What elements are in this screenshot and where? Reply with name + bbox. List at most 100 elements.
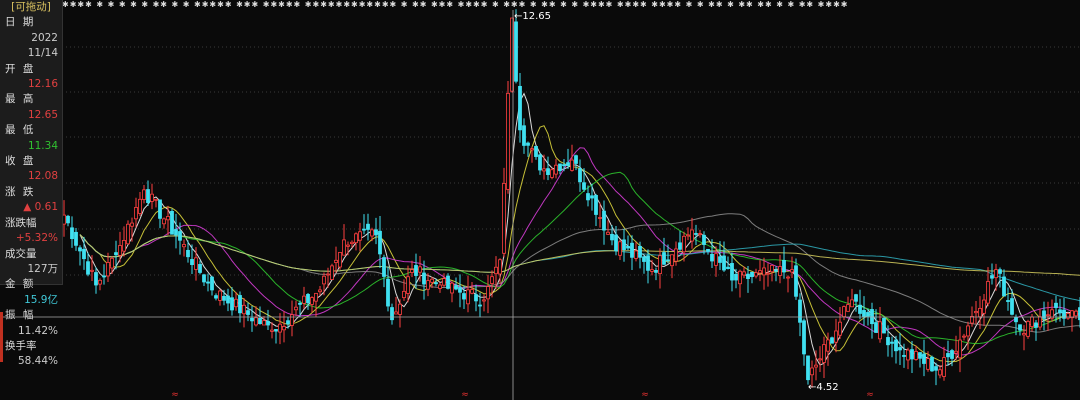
candle-body — [682, 235, 686, 253]
candle-body — [786, 276, 790, 279]
candle-body — [450, 282, 454, 294]
candle-body — [534, 146, 538, 157]
candle-body — [938, 369, 942, 376]
candle-body — [666, 259, 670, 262]
candle-body — [514, 21, 518, 82]
candle-body — [794, 265, 798, 297]
drag-handle[interactable]: [可拖动] — [0, 0, 62, 15]
candle-body — [270, 329, 274, 332]
candle-body — [906, 349, 910, 361]
candle-body — [678, 242, 682, 250]
candle-body — [750, 271, 754, 278]
candle-body — [734, 274, 738, 281]
candle-body — [802, 320, 806, 355]
candle-body — [770, 264, 774, 273]
data-info-panel[interactable]: [可拖动] 日 期 2022 11/14 开 盘 12.16 最 高 12.65… — [0, 0, 63, 367]
candle-body — [242, 304, 246, 315]
candle-body — [126, 223, 130, 245]
candle-body — [266, 320, 270, 326]
candle-body — [922, 353, 926, 364]
candle-body — [918, 352, 922, 359]
candle-body — [846, 304, 850, 312]
candle-body — [458, 287, 462, 293]
candle-body — [686, 234, 690, 237]
candle-body — [106, 262, 110, 277]
candle-body — [194, 257, 198, 270]
candle-body — [1002, 276, 1006, 297]
candle-body — [210, 276, 214, 291]
low-value: 11.34 — [27, 139, 58, 152]
candle-body — [766, 272, 770, 275]
open-label: 开 盘 — [5, 62, 36, 75]
event-marker: ≈ — [171, 390, 179, 400]
candle-body — [66, 215, 70, 224]
candle-body — [86, 261, 90, 275]
candle-body — [394, 311, 398, 315]
ma-line-ma250 — [79, 234, 1080, 276]
candle-body — [362, 228, 366, 231]
candle-body — [174, 229, 178, 236]
candle-body — [866, 312, 870, 317]
candle-body — [654, 270, 658, 273]
candle-body — [774, 269, 778, 272]
candle-body — [594, 195, 598, 215]
candle-body — [1018, 324, 1022, 331]
turnover-value: 58.44% — [17, 355, 58, 368]
candle-body — [854, 294, 858, 302]
candle-body — [910, 349, 914, 360]
candle-body — [466, 289, 470, 305]
candle-body — [286, 320, 290, 325]
date-md: 11/14 — [27, 47, 58, 60]
candle-body — [850, 299, 854, 308]
candle-body — [498, 259, 502, 275]
volume-label: 成交量 — [5, 247, 37, 260]
candle-body — [546, 168, 550, 175]
candle-body — [978, 307, 982, 318]
candle-body — [614, 234, 618, 252]
candle-body — [862, 310, 866, 318]
max-price-label: ←12.65 — [514, 11, 552, 22]
candle-body — [230, 297, 234, 311]
candle-body — [418, 266, 422, 273]
candle-body — [202, 274, 206, 283]
candle-body — [162, 218, 166, 225]
candle-body — [1034, 322, 1038, 328]
change-label: 涨 跌 — [5, 185, 36, 198]
candle-body — [554, 164, 558, 175]
candle-body — [530, 148, 534, 151]
candle-body — [538, 154, 542, 171]
event-marker: ≈ — [641, 390, 649, 400]
candle-body — [410, 269, 414, 273]
candle-body — [890, 341, 894, 344]
candle-body — [402, 290, 406, 299]
candle-body — [998, 269, 1002, 274]
candle-body — [1022, 333, 1026, 336]
candle-body — [578, 168, 582, 183]
candle-body — [70, 227, 74, 240]
candle-body — [430, 278, 434, 283]
candle-body — [438, 284, 442, 289]
candle-body — [90, 269, 94, 272]
date-label: 日 期 — [5, 16, 36, 29]
candle-body — [858, 304, 862, 314]
candle-body — [190, 259, 194, 265]
candle-body — [178, 231, 182, 241]
candle-body — [1030, 316, 1034, 327]
candle-body — [838, 321, 842, 336]
candle-body — [234, 298, 238, 308]
candle-body — [218, 290, 222, 301]
candle-body — [446, 275, 450, 289]
candle-body — [842, 306, 846, 318]
candlestick-chart[interactable]: ≈ ≈ ≈ ≈ — [0, 0, 1080, 400]
candle-body — [494, 266, 498, 275]
candle-body — [342, 239, 346, 256]
pct-value: +5.32% — [15, 232, 58, 245]
candle-body — [250, 317, 254, 322]
candle-body — [526, 142, 530, 146]
candle-body — [718, 256, 722, 263]
candle-body — [558, 163, 562, 172]
candle-body — [638, 245, 642, 258]
candle-body — [354, 233, 358, 244]
candle-body — [1014, 316, 1018, 323]
candle-body — [994, 269, 998, 279]
